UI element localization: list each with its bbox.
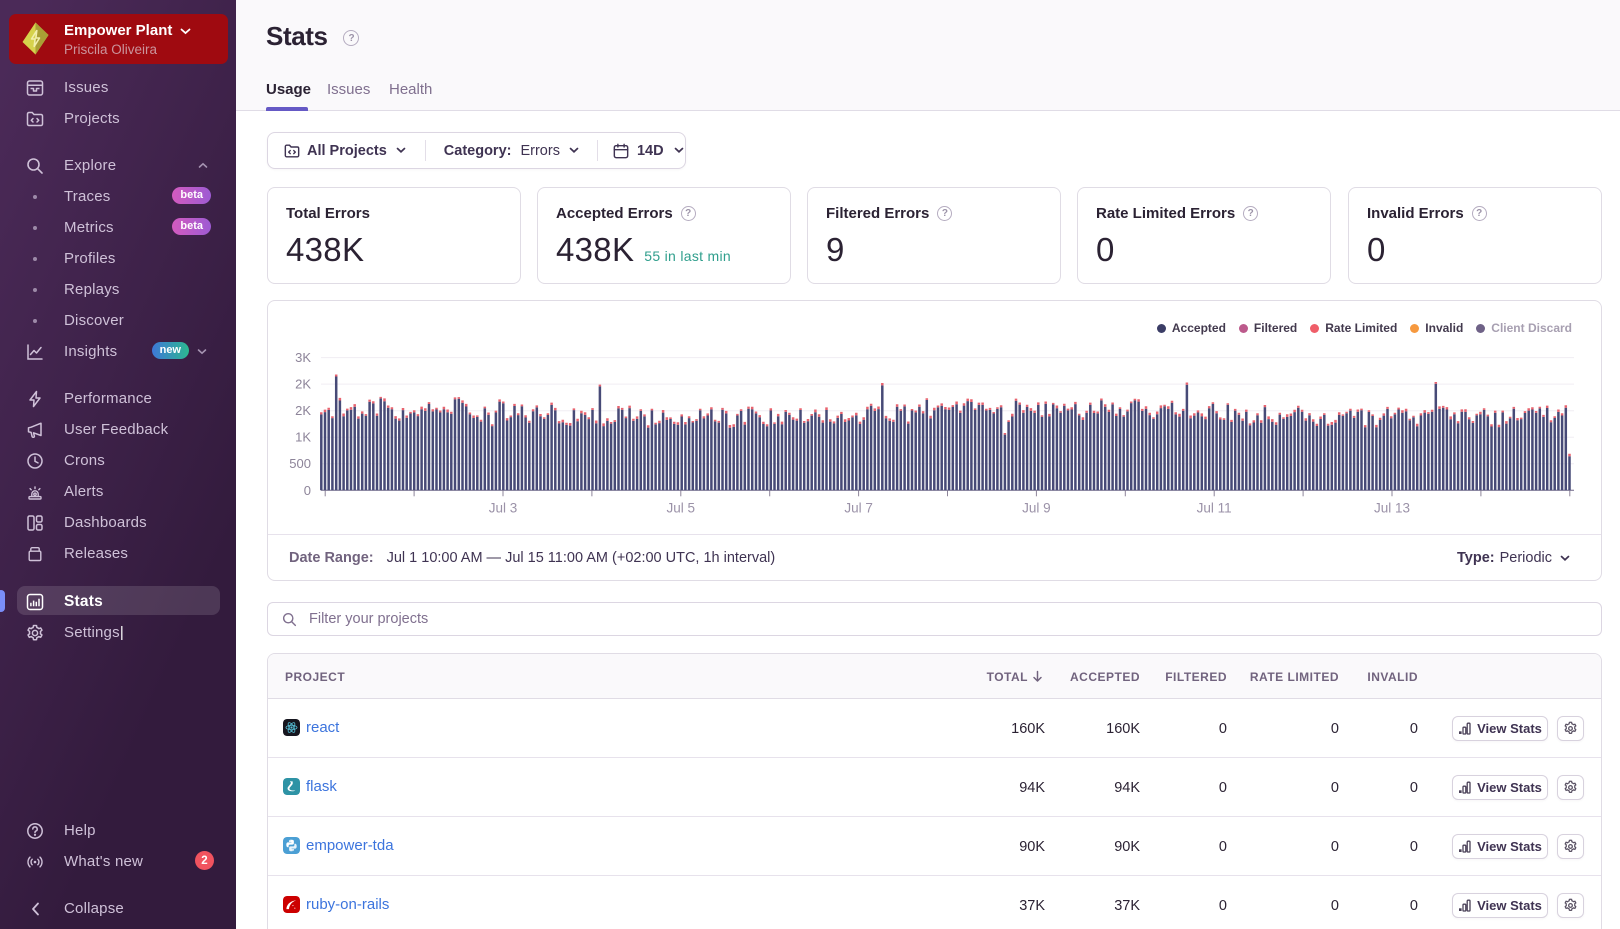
- svg-text:Jul 9: Jul 9: [1022, 500, 1051, 515]
- svg-text:2K: 2K: [295, 377, 311, 392]
- svg-text:1K: 1K: [295, 430, 311, 445]
- svg-text:Jul 7: Jul 7: [844, 500, 873, 515]
- svg-text:2K: 2K: [295, 403, 311, 418]
- svg-text:0: 0: [304, 483, 311, 498]
- svg-text:Jul 5: Jul 5: [667, 500, 696, 515]
- svg-text:500: 500: [289, 456, 311, 471]
- svg-text:Jul 3: Jul 3: [489, 500, 518, 515]
- svg-text:Jul 13: Jul 13: [1374, 500, 1410, 515]
- svg-text:3K: 3K: [295, 350, 311, 365]
- svg-text:Jul 11: Jul 11: [1197, 500, 1232, 515]
